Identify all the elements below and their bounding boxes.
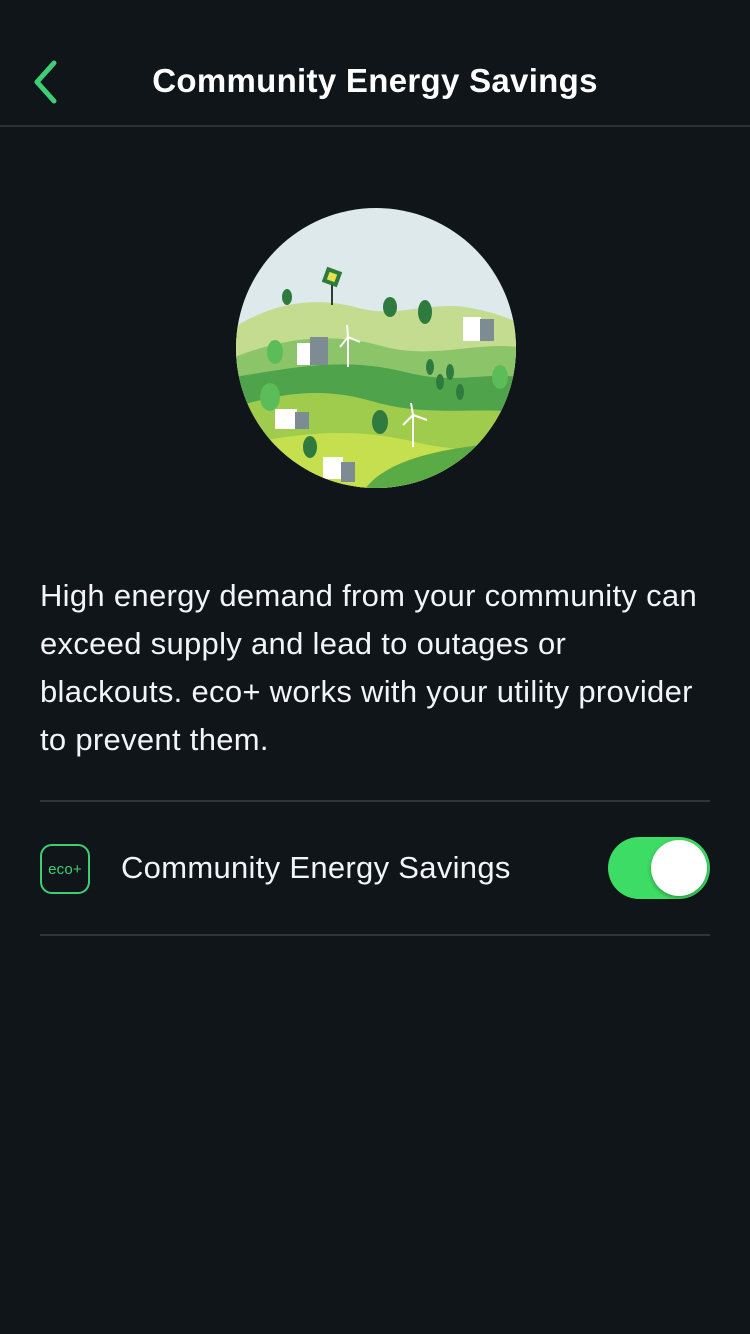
setting-row-community-energy-savings: eco+ Community Energy Savings	[40, 802, 710, 934]
eco-plus-badge-text: eco+	[48, 860, 82, 878]
toggle-knob	[651, 840, 707, 896]
divider-bottom	[40, 934, 710, 936]
page-title: Community Energy Savings	[152, 62, 598, 99]
screen: Community Energy Savings High energy dem…	[0, 0, 750, 1334]
community-landscape-illustration	[236, 208, 516, 488]
header: Community Energy Savings	[0, 0, 750, 127]
setting-label: Community Energy Savings	[121, 850, 511, 885]
description-text: High energy demand from your community c…	[40, 578, 697, 757]
community-energy-savings-toggle[interactable]	[608, 837, 710, 899]
eco-plus-icon: eco+	[40, 844, 90, 894]
